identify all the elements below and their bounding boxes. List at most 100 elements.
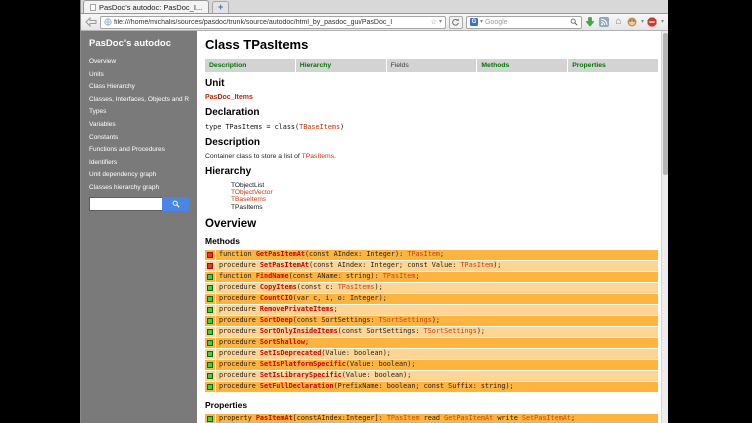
page-favicon-icon	[90, 4, 96, 11]
member-link-copyitems[interactable]: CopyItems	[260, 283, 297, 291]
table-row: property PasItemAt[constAIndex:Integer]:…	[205, 414, 658, 423]
type-link-tpasitem[interactable]: TPasItem	[383, 272, 416, 280]
download-icon[interactable]	[585, 17, 596, 28]
url-dropdown-chevron-icon[interactable]: ▾	[439, 19, 442, 25]
table-row: procedure SetFullDeclaration(PrefixName:…	[205, 382, 658, 392]
sidebar-item-class-hierarchy[interactable]: Class Hierarchy	[89, 83, 189, 90]
engine-dropdown-chevron-icon[interactable]: ▾	[480, 19, 483, 25]
hierarchy-item-tobjectlist: TObjectList	[231, 182, 658, 189]
member-declaration: procedure CountCIO(var c, i, o: Integer)…	[216, 294, 658, 304]
type-link-tsortsettings[interactable]: TSortSettings	[424, 327, 477, 335]
search-placeholder[interactable]: Google	[485, 19, 568, 26]
hierarchy-heading: Hierarchy	[205, 166, 658, 177]
table-row: procedure SortDeep(const SortSettings: T…	[205, 316, 658, 326]
section-nav-hierarchy[interactable]: Hierarchy	[296, 59, 386, 72]
member-link-getpasitemat[interactable]: GetPasItemAt	[256, 250, 305, 258]
back-button[interactable]	[85, 17, 97, 27]
sidebar-item-overview[interactable]: Overview	[89, 58, 189, 65]
section-nav-methods[interactable]: Methods	[477, 59, 567, 72]
bookmark-star-icon[interactable]: ☆	[431, 19, 437, 26]
plus-icon: +	[218, 3, 223, 12]
visibility-marker-public	[205, 371, 215, 381]
sidebar-item-constants[interactable]: Constants	[89, 134, 189, 141]
member-link-sortonlyinsideitems[interactable]: SortOnlyInsideItems	[260, 327, 338, 335]
member-link-setpasitemat[interactable]: SetPasItemAt	[260, 261, 309, 269]
adblock-icon[interactable]	[647, 17, 658, 28]
adblock-dropdown-chevron-icon[interactable]: ▾	[661, 19, 664, 25]
member-link-setfulldeclaration[interactable]: SetFullDeclaration	[260, 382, 334, 390]
scrollbar-thumb[interactable]	[663, 33, 668, 175]
code-text: function	[219, 272, 256, 280]
visibility-marker-public	[205, 316, 215, 326]
sidebar-nav: Overview Units Class Hierarchy Classes, Int…	[89, 58, 189, 191]
code-text: procedure	[219, 382, 260, 390]
member-link-setisdeprecated[interactable]: SetIsDeprecated	[260, 349, 321, 357]
tab-bar: PasDoc's autodoc: PasDoc_I... +	[81, 0, 668, 14]
member-link-findname[interactable]: FindName	[256, 272, 289, 280]
search-magnifier-icon[interactable]	[570, 13, 578, 31]
rss-icon[interactable]	[599, 17, 610, 28]
hierarchy-item-tobjectvector[interactable]: TObjectVector	[231, 189, 658, 196]
code-text: procedure	[219, 327, 260, 335]
public-marker-icon	[207, 373, 213, 379]
declaration-heading: Declaration	[205, 107, 658, 118]
search-bar[interactable]: G ▾ Google	[466, 16, 582, 29]
public-marker-icon	[207, 340, 213, 346]
public-marker-icon	[207, 274, 213, 280]
member-link-removeprivateitems[interactable]: RemovePrivateItems	[260, 305, 334, 313]
sidebar-item-classes-hierarchy-graph[interactable]: Classes hierarchy graph	[89, 184, 189, 191]
code-text: procedure	[219, 261, 260, 269]
sidebar-search-input[interactable]	[89, 197, 162, 211]
sidebar-search-button[interactable]	[162, 197, 189, 211]
member-link-setislibraryspecific[interactable]: SetIsLibrarySpecific	[260, 371, 342, 379]
type-link-tpasitem[interactable]: TPasItem	[387, 414, 420, 422]
member-link-sortshallow[interactable]: SortShallow	[260, 338, 305, 346]
link-tbaseitems[interactable]: TBaseItems	[299, 123, 340, 131]
member-link-pasitemat[interactable]: PasItemAt	[256, 414, 293, 422]
new-tab-button[interactable]: +	[212, 1, 229, 13]
member-declaration: procedure SetIsPlatformSpecific(Value: b…	[216, 360, 658, 370]
member-link-setisplatformspecific[interactable]: SetIsPlatformSpecific	[260, 360, 346, 368]
sidebar-title: PasDoc's autodoc	[89, 38, 189, 49]
visibility-marker-public	[205, 305, 215, 315]
code-text: function	[219, 250, 256, 258]
greasemonkey-icon[interactable]	[627, 17, 638, 28]
code-text: );	[375, 283, 383, 291]
home-icon[interactable]: ⌂	[613, 17, 624, 28]
type-link-tpasitem[interactable]: TPasItem	[407, 250, 440, 258]
sidebar-item-types[interactable]: Types	[89, 108, 189, 115]
type-link-tpasitems[interactable]: TPasItems	[338, 283, 375, 291]
table-row: procedure SortShallow;	[205, 338, 658, 348]
type-link-tsortsettings[interactable]: TSortSettings	[379, 316, 432, 324]
sidebar-item-unit-dependency-graph[interactable]: Unit dependency graph	[89, 171, 189, 178]
hierarchy-item-tbaseitems[interactable]: TBaseItems	[231, 196, 658, 203]
url-text[interactable]: file:///home/michalis/sources/pasdoc/tru…	[114, 19, 429, 26]
vertical-scrollbar[interactable]	[661, 31, 668, 423]
code-text: );	[477, 327, 485, 335]
reload-button[interactable]	[449, 16, 463, 29]
type-link-setpasitemat[interactable]: SetPasItemAt	[522, 414, 571, 422]
type-link-tpasitem[interactable]: TPasItem	[460, 261, 493, 269]
link-tpasitems[interactable]: TPasItems	[302, 153, 334, 160]
sidebar-item-functions-and-procedures[interactable]: Functions and Procedures	[89, 146, 189, 153]
member-link-sortdeep[interactable]: SortDeep	[260, 316, 293, 324]
type-link-getpasitemat[interactable]: GetPasItemAt	[444, 414, 493, 422]
browser-tab[interactable]: PasDoc's autodoc: PasDoc_I...	[83, 0, 209, 13]
sidebar-item-classes-interfaces-objects-and-records[interactable]: Classes, Interfaces, Objects and Records	[89, 96, 189, 103]
sidebar-item-units[interactable]: Units	[89, 71, 189, 78]
sidebar-item-variables[interactable]: Variables	[89, 121, 189, 128]
methods-heading: Methods	[205, 236, 658, 246]
section-nav-properties[interactable]: Properties	[568, 59, 658, 72]
url-bar[interactable]: file:///home/michalis/sources/pasdoc/tru…	[100, 16, 446, 29]
public-marker-icon	[207, 318, 213, 324]
description-text: Container class to store a list of TPasI…	[205, 153, 658, 160]
visibility-marker-public	[205, 294, 215, 304]
section-nav-description[interactable]: Description	[205, 59, 295, 72]
unit-link[interactable]: PasDoc_Items	[205, 94, 658, 101]
member-link-countcio[interactable]: CountCIO	[260, 294, 293, 302]
search-engine-icon[interactable]: G	[470, 18, 478, 26]
code-text: ;	[415, 272, 419, 280]
sidebar-item-identifiers[interactable]: Identifiers	[89, 159, 189, 166]
addon-dropdown-chevron-icon[interactable]: ▾	[641, 19, 644, 25]
code-text: .	[334, 153, 336, 160]
